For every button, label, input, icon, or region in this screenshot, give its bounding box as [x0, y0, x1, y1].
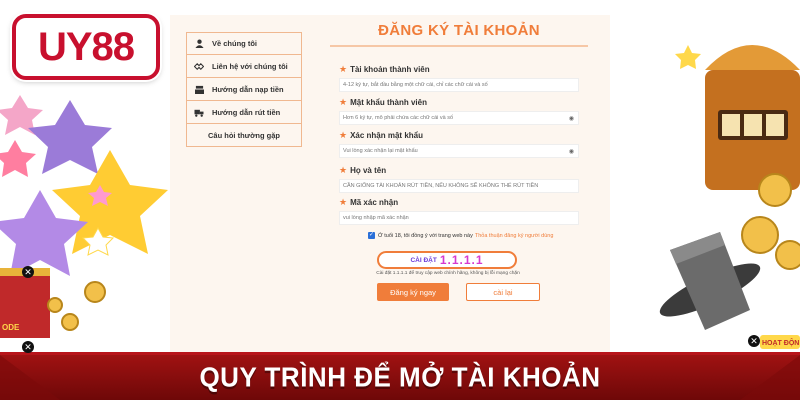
gift-code-text: ODE: [2, 323, 20, 332]
field-password: ★ Mật khẩu thành viên Hơn 6 ký tự, mô phả…: [339, 97, 579, 125]
user-icon: [194, 39, 204, 49]
required-star-icon: ★: [339, 64, 348, 74]
coin-icon: [758, 173, 792, 207]
input-placeholder: Hơn 6 ký tự, mô phải chứa các chữ cái và…: [343, 115, 454, 121]
input-placeholder: vui lòng nhập mã xác nhận: [343, 215, 409, 221]
brand-logo[interactable]: UY88: [12, 14, 160, 80]
menu-item-label: Về chúng tôi: [212, 39, 257, 48]
field-label: Mật khẩu thành viên: [350, 98, 427, 107]
star-icon: [0, 140, 36, 177]
menu-item-faq[interactable]: Câu hỏi thường gặp: [186, 124, 302, 147]
input-placeholder: CẦN GIỐNG TÀI KHOẢN RÚT TIỀN, NẾU KHÔNG …: [343, 183, 539, 189]
form-title: ĐĂNG KÝ TÀI KHOẢN: [330, 22, 588, 47]
banner-title: QUY TRÌNH ĐỂ MỞ TÀI KHOẢN: [199, 360, 601, 394]
input-placeholder: 4-12 ký tự, bắt đầu bằng một chữ cái, ch…: [343, 82, 488, 88]
required-star-icon: ★: [339, 130, 348, 140]
coin-icon: [61, 313, 79, 331]
event-badge-text: HOẠT ĐỘN: [762, 338, 799, 347]
install-version: 1.1.1.1: [439, 253, 484, 267]
fullname-input[interactable]: CẦN GIỐNG TÀI KHOẢN RÚT TIỀN, NẾU KHÔNG …: [339, 179, 579, 193]
field-captcha: ★ Mã xác nhận vui lòng nhập mã xác nhận: [339, 197, 579, 225]
menu-item-about[interactable]: Về chúng tôi: [186, 32, 302, 55]
password-input[interactable]: Hơn 6 ký tự, mô phải chứa các chữ cái và…: [339, 111, 579, 125]
agreement-row: ✓ Ở tuổi 18, tôi đồng ý với trang web nà…: [368, 232, 553, 239]
close-icon[interactable]: ✕: [22, 266, 34, 278]
handshake-icon: [194, 61, 204, 71]
field-label: Họ và tên: [350, 166, 387, 175]
required-star-icon: ★: [339, 97, 348, 107]
install-label: CÀI ĐẶT: [410, 256, 437, 264]
cash-register-icon: [194, 84, 204, 94]
field-fullname: ★ Họ và tên CẦN GIỐNG TÀI KHOẢN RÚT TIỀN,…: [339, 165, 579, 193]
install-1111-button[interactable]: CÀI ĐẶT 1.1.1.1: [377, 251, 517, 269]
menu-item-deposit-guide[interactable]: Hướng dẫn nạp tiền: [186, 78, 302, 101]
menu-item-label: Câu hỏi thường gặp: [207, 130, 280, 140]
captcha-input[interactable]: vui lòng nhập mã xác nhận: [339, 211, 579, 225]
coin-icon: [84, 281, 106, 303]
brand-logo-text: UY88: [37, 24, 135, 69]
star-icon: [675, 45, 701, 69]
required-star-icon: ★: [339, 197, 348, 207]
truck-icon: [194, 107, 204, 117]
bottom-banner: QUY TRÌNH ĐỂ MỞ TÀI KHOẢN: [0, 352, 800, 400]
field-label: Tài khoản thành viên: [350, 65, 430, 74]
menu-item-contact[interactable]: Liên hệ với chúng tôi: [186, 55, 302, 78]
registration-form: ĐĂNG KÝ TÀI KHOẢN: [330, 22, 588, 47]
required-star-icon: ★: [339, 165, 348, 175]
username-input[interactable]: 4-12 ký tự, bắt đầu bằng một chữ cái, ch…: [339, 78, 579, 92]
agreement-text: Ở tuổi 18, tôi đồng ý với trang web này: [378, 232, 473, 239]
eye-off-icon[interactable]: ◉: [569, 148, 574, 155]
menu-item-withdraw-guide[interactable]: Hướng dẫn rút tiền: [186, 101, 302, 124]
menu-item-label: Hướng dẫn rút tiền: [212, 107, 281, 117]
menu-item-label: Hướng dẫn nạp tiền: [212, 84, 284, 94]
eye-off-icon[interactable]: ◉: [569, 115, 574, 122]
agreement-link[interactable]: Thỏa thuận đăng ký người dùng: [475, 233, 554, 239]
field-label: Xác nhận mật khẩu: [350, 131, 423, 140]
input-placeholder: Vui lòng xác nhận lại mật khẩu: [343, 148, 418, 154]
field-confirm-password: ★ Xác nhận mật khẩu Vui lòng xác nhận lại…: [339, 130, 579, 158]
close-icon[interactable]: ✕: [22, 341, 34, 353]
field-username: ★ Tài khoản thành viên 4-12 ký tự, bắt đầ…: [339, 64, 579, 92]
coin-icon: [775, 240, 800, 270]
menu-item-label: Liên hệ với chúng tôi: [212, 61, 288, 71]
reset-button[interactable]: cài lại: [466, 283, 540, 301]
confirm-password-input[interactable]: Vui lòng xác nhận lại mật khẩu ◉: [339, 144, 579, 158]
field-label: Mã xác nhận: [350, 198, 399, 207]
right-decor-art: HOẠT ĐỘN: [659, 45, 800, 349]
agreement-checkbox[interactable]: ✓: [368, 232, 375, 239]
register-button[interactable]: Đăng ký ngay: [377, 283, 449, 301]
coin-icon: [741, 216, 779, 254]
coin-icon: [47, 297, 63, 313]
side-menu: Về chúng tôi Liên hệ với chúng tôi Hướng…: [186, 32, 302, 147]
close-icon[interactable]: ✕: [748, 335, 760, 347]
install-note: Cài đặt 1.1.1.1 để truy cập web chính hã…: [376, 271, 520, 276]
